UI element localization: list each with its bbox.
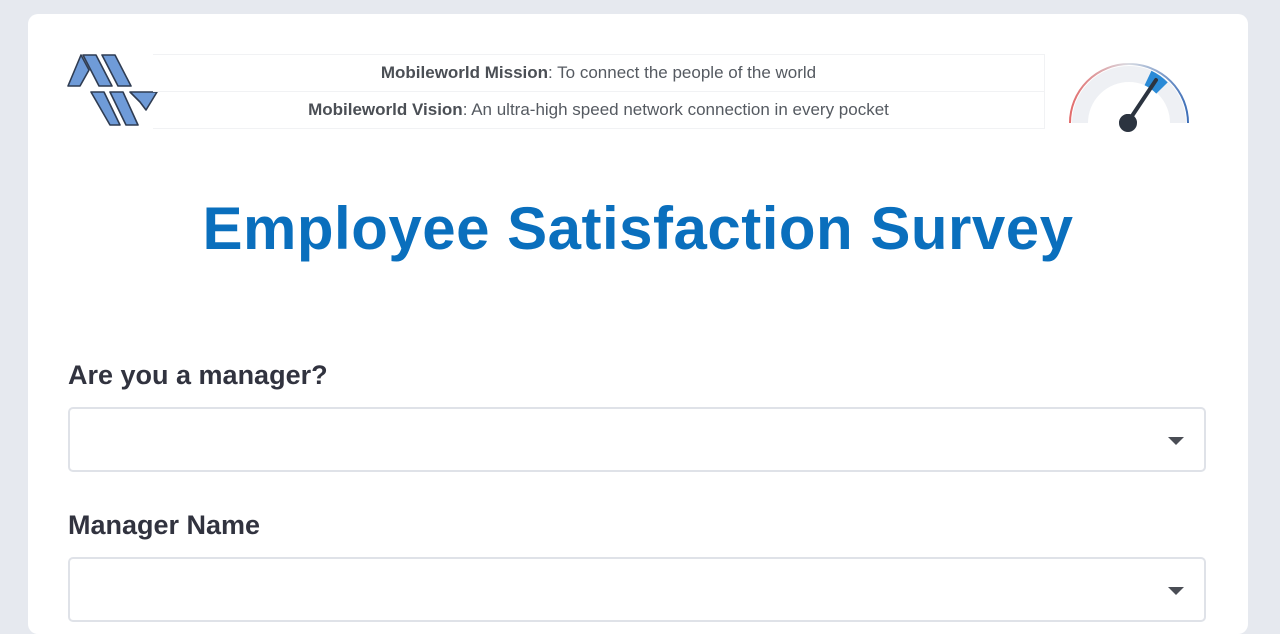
vision-text: : An ultra-high speed network connection… [462,100,889,119]
manager-name-select[interactable] [68,557,1206,622]
manager-select[interactable] [68,407,1206,472]
survey-card: Mobileworld Mission: To connect the peop… [28,14,1248,634]
vision-label: Mobileworld Vision [308,100,463,119]
vision-statement: Mobileworld Vision: An ultra-high speed … [153,92,1045,129]
page-title: Employee Satisfaction Survey [202,195,1074,262]
mission-vision-banner: Mobileworld Mission: To connect the peop… [153,54,1045,129]
mission-statement: Mobileworld Mission: To connect the peop… [153,54,1045,92]
chevron-down-icon [1168,587,1184,595]
manager-name-label: Manager Name [68,510,261,540]
manager-question-label: Are you a manager? [68,360,328,390]
mission-text: : To connect the people of the world [548,63,817,82]
mobileworld-logo-icon [67,54,158,126]
speedometer-icon [1066,63,1192,136]
chevron-down-icon [1168,437,1184,445]
mission-label: Mobileworld Mission [380,63,549,82]
